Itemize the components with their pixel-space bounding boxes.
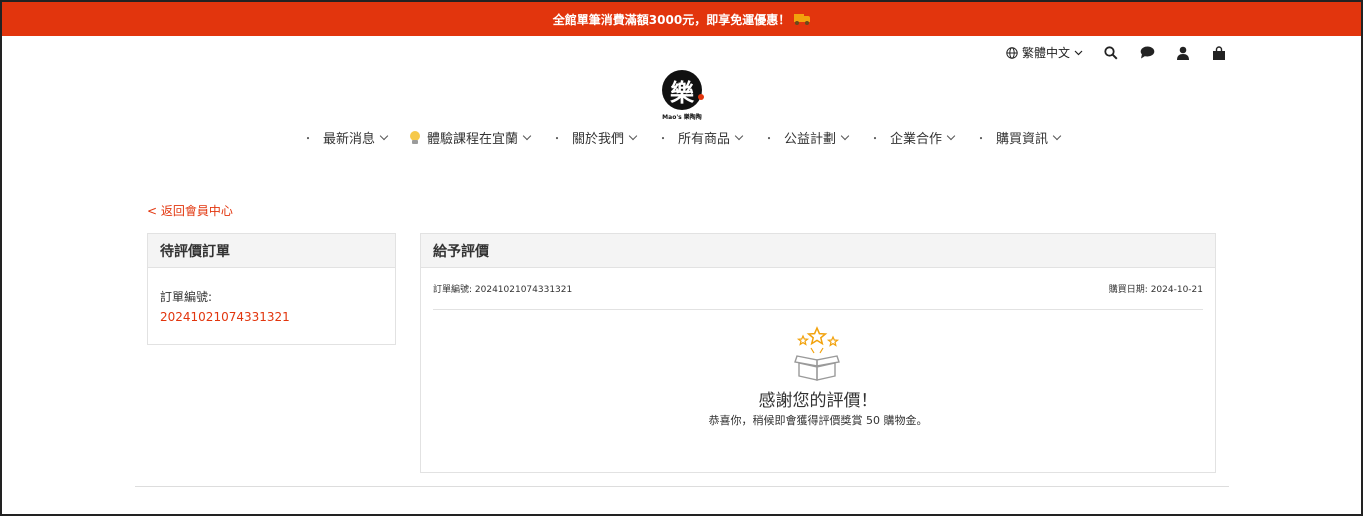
shopping-bag-icon[interactable] [1211,45,1227,61]
divider [433,309,1203,310]
gift-box-stars-icon [791,326,847,382]
nav-item-about[interactable]: ・ 關於我們 [552,128,638,147]
order-number-link[interactable]: 20241021074331321 [160,310,290,324]
brand-logo[interactable]: 樂 Mao's 樂陶陶 [662,70,704,122]
nav-item-news[interactable]: ・ 最新消息 [303,128,389,147]
logo-tagline: Mao's 樂陶陶 [662,114,702,121]
nav-item-courses[interactable]: 體驗課程在宜蘭 [409,128,532,147]
chevron-down-icon [379,131,389,140]
chevron-down-icon [1052,131,1062,140]
nav-item-products[interactable]: ・ 所有商品 [658,128,744,147]
user-icon[interactable] [1175,45,1191,61]
chevron-down-icon [840,131,850,140]
purchase-date: 購買日期: 2024-10-21 [1108,285,1203,295]
search-icon[interactable] [1103,45,1119,61]
chevron-down-icon [522,131,532,140]
chevron-down-icon [628,131,638,140]
chevron-down-icon [1074,50,1083,56]
give-review-panel: 給予評價 訂單編號: 20241021074331321 購買日期: 2024-… [420,233,1216,473]
header-utilities: 繁體中文 [1006,44,1227,61]
nav-item-purchase-info[interactable]: ・ 購買資訊 [976,128,1062,147]
reward-message: 恭喜你，稍候即會獲得評價獎賞 50 購物金。 [708,414,928,427]
main-nav: ・ 最新消息 體驗課程在宜蘭 ・ 關於我們 ・ 所有商品 ・ 公益計劃 ・ 企業… [2,128,1361,147]
logo-mark: 樂 [662,70,704,110]
language-selector[interactable]: 繁體中文 [1006,44,1083,61]
lightbulb-icon [409,130,421,145]
pending-review-panel: 待評價訂單 訂單編號: 20241021074331321 [147,233,396,345]
nav-item-business[interactable]: ・ 企業合作 [870,128,956,147]
promo-text: 全館單筆消費滿額3000元，即享免運優惠！ [552,12,791,27]
order-number-label: 訂單編號: [160,290,213,304]
page-frame: 全館單筆消費滿額3000元，即享免運優惠！ 繁體中文 樂 Mao's 樂陶陶 ・… [0,0,1363,516]
chevron-down-icon [734,131,744,140]
pending-review-title: 待評價訂單 [148,234,395,268]
nav-item-charity[interactable]: ・ 公益計劃 [764,128,850,147]
order-meta: 訂單編號: 20241021074331321 [433,285,573,295]
give-review-title: 給予評價 [421,234,1215,268]
footer-divider [135,486,1229,487]
thanks-heading: 感謝您的評價！ [758,391,878,411]
globe-icon [1006,46,1018,59]
chevron-down-icon [946,131,956,140]
promo-banner: 全館單筆消費滿額3000元，即享免運優惠！ [2,2,1361,36]
chat-icon[interactable] [1139,45,1155,61]
back-to-member-link[interactable]: < 返回會員中心 [147,202,233,219]
truck-icon [794,14,811,25]
language-label: 繁體中文 [1021,46,1070,60]
